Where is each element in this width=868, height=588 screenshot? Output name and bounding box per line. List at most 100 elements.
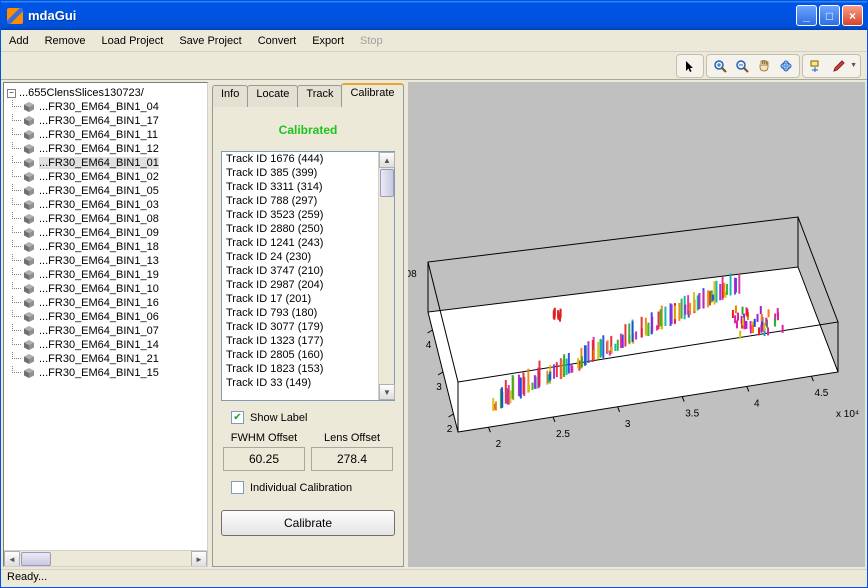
plot-3d[interactable]: 50843222.533.544.5x 10⁴ xyxy=(408,82,867,562)
svg-text:4: 4 xyxy=(754,398,760,409)
scroll-down-icon[interactable]: ▼ xyxy=(379,384,395,400)
track-list-item[interactable]: Track ID 385 (399) xyxy=(222,166,378,180)
tab-locate[interactable]: Locate xyxy=(247,85,298,107)
scroll-left-icon[interactable]: ◄ xyxy=(4,551,20,567)
individual-calibration-checkbox[interactable] xyxy=(231,481,244,494)
tree-item[interactable]: ...FR30_EM64_BIN1_08 xyxy=(23,212,207,226)
track-list-item[interactable]: Track ID 24 (230) xyxy=(222,250,378,264)
rotate3d-icon[interactable] xyxy=(776,56,796,76)
tab-strip: Info Locate Track Calibrate xyxy=(212,82,404,104)
tab-calibrate[interactable]: Calibrate xyxy=(341,83,403,105)
scroll-thumb[interactable] xyxy=(21,552,51,566)
tree-item-label: ...FR30_EM64_BIN1_15 xyxy=(39,367,159,379)
svg-text:2.5: 2.5 xyxy=(556,429,570,440)
close-button[interactable]: × xyxy=(842,5,863,26)
tree-item[interactable]: ...FR30_EM64_BIN1_16 xyxy=(23,296,207,310)
tree-item[interactable]: ...FR30_EM64_BIN1_04 xyxy=(23,100,207,114)
tree-item-label: ...FR30_EM64_BIN1_03 xyxy=(39,199,159,211)
track-list-item[interactable]: Track ID 2805 (160) xyxy=(222,348,378,362)
track-listbox[interactable]: Track ID 1676 (444)Track ID 385 (399)Tra… xyxy=(222,152,378,400)
tree-item-label: ...FR30_EM64_BIN1_17 xyxy=(39,115,159,127)
tree-item[interactable]: ...FR30_EM64_BIN1_02 xyxy=(23,170,207,184)
pan-icon[interactable] xyxy=(754,56,774,76)
track-list-item[interactable]: Track ID 788 (297) xyxy=(222,194,378,208)
menu-export[interactable]: Export xyxy=(312,35,344,47)
fwhm-offset-label: FWHM Offset xyxy=(223,432,305,444)
track-list-item[interactable]: Track ID 3523 (259) xyxy=(222,208,378,222)
tree-root-label: ...655ClensSlices130723/ xyxy=(19,87,144,99)
tree-item[interactable]: ...FR30_EM64_BIN1_15 xyxy=(23,366,207,380)
tree-item[interactable]: ...FR30_EM64_BIN1_03 xyxy=(23,198,207,212)
calibrate-button[interactable]: Calibrate xyxy=(221,510,395,536)
brush-icon[interactable] xyxy=(828,56,848,76)
track-list-item[interactable]: Track ID 17 (201) xyxy=(222,292,378,306)
titlebar: mdaGui _ □ × xyxy=(1,1,867,30)
tab-info[interactable]: Info xyxy=(212,85,248,107)
lens-offset-label: Lens Offset xyxy=(311,432,393,444)
tree-item[interactable]: ...FR30_EM64_BIN1_17 xyxy=(23,114,207,128)
menu-convert[interactable]: Convert xyxy=(258,35,297,47)
show-label-checkbox[interactable]: ✔ xyxy=(231,411,244,424)
fwhm-offset-value[interactable]: 60.25 xyxy=(223,447,305,471)
app-icon xyxy=(7,8,23,24)
minimize-button[interactable]: _ xyxy=(796,5,817,26)
scroll-up-icon[interactable]: ▲ xyxy=(379,152,395,168)
tree-item[interactable]: ...FR30_EM64_BIN1_21 xyxy=(23,352,207,366)
scroll-right-icon[interactable]: ► xyxy=(191,551,207,567)
tab-track[interactable]: Track xyxy=(297,85,342,107)
tree-item[interactable]: ...FR30_EM64_BIN1_10 xyxy=(23,282,207,296)
zoom-out-icon[interactable] xyxy=(732,56,752,76)
menu-save-project[interactable]: Save Project xyxy=(179,35,241,47)
scroll-thumb[interactable] xyxy=(380,169,394,197)
tree-root[interactable]: − ...655ClensSlices130723/ xyxy=(7,86,207,100)
track-list-item[interactable]: Track ID 3311 (314) xyxy=(222,180,378,194)
track-list-item[interactable]: Track ID 33 (149) xyxy=(222,376,378,390)
tree-item[interactable]: ...FR30_EM64_BIN1_14 xyxy=(23,338,207,352)
track-list-item[interactable]: Track ID 1823 (153) xyxy=(222,362,378,376)
lens-offset-value[interactable]: 278.4 xyxy=(311,447,393,471)
tree-item-label: ...FR30_EM64_BIN1_01 xyxy=(39,157,159,169)
track-list-item[interactable]: Track ID 2880 (250) xyxy=(222,222,378,236)
tree-item[interactable]: ...FR30_EM64_BIN1_05 xyxy=(23,184,207,198)
tree-horizontal-scrollbar[interactable]: ◄ ► xyxy=(4,550,207,566)
menu-add[interactable]: Add xyxy=(9,35,29,47)
data-cursor-icon[interactable] xyxy=(806,56,826,76)
tree-item[interactable]: ...FR30_EM64_BIN1_12 xyxy=(23,142,207,156)
maximize-button[interactable]: □ xyxy=(819,5,840,26)
menu-load-project[interactable]: Load Project xyxy=(102,35,164,47)
tree-item[interactable]: ...FR30_EM64_BIN1_13 xyxy=(23,254,207,268)
track-list-item[interactable]: Track ID 2987 (204) xyxy=(222,278,378,292)
tree-item-label: ...FR30_EM64_BIN1_08 xyxy=(39,213,159,225)
plot-3d-panel[interactable]: 50843222.533.544.5x 10⁴ xyxy=(408,82,865,567)
menu-remove[interactable]: Remove xyxy=(45,35,86,47)
svg-text:3: 3 xyxy=(625,419,631,430)
list-vertical-scrollbar[interactable]: ▲ ▼ xyxy=(378,152,394,400)
tree-item-label: ...FR30_EM64_BIN1_06 xyxy=(39,311,159,323)
svg-text:2: 2 xyxy=(447,424,453,435)
track-list-item[interactable]: Track ID 3077 (179) xyxy=(222,320,378,334)
tree-item[interactable]: ...FR30_EM64_BIN1_07 xyxy=(23,324,207,338)
tree-item-label: ...FR30_EM64_BIN1_04 xyxy=(39,101,159,113)
tree-item[interactable]: ...FR30_EM64_BIN1_11 xyxy=(23,128,207,142)
collapse-icon[interactable]: − xyxy=(7,89,16,98)
tree-item-label: ...FR30_EM64_BIN1_19 xyxy=(39,269,159,281)
tree-item[interactable]: ...FR30_EM64_BIN1_19 xyxy=(23,268,207,282)
tree-item-label: ...FR30_EM64_BIN1_14 xyxy=(39,339,159,351)
track-list-item[interactable]: Track ID 1323 (177) xyxy=(222,334,378,348)
zoom-in-icon[interactable] xyxy=(710,56,730,76)
svg-text:3: 3 xyxy=(436,382,442,393)
tree-item[interactable]: ...FR30_EM64_BIN1_01 xyxy=(23,156,207,170)
tree-item-label: ...FR30_EM64_BIN1_18 xyxy=(39,241,159,253)
track-list-item[interactable]: Track ID 1676 (444) xyxy=(222,152,378,166)
tree-item[interactable]: ...FR30_EM64_BIN1_18 xyxy=(23,240,207,254)
track-list-item[interactable]: Track ID 793 (180) xyxy=(222,306,378,320)
track-list-item[interactable]: Track ID 3747 (210) xyxy=(222,264,378,278)
tree-item-label: ...FR30_EM64_BIN1_11 xyxy=(39,129,158,141)
tree-item[interactable]: ...FR30_EM64_BIN1_06 xyxy=(23,310,207,324)
tree-item-label: ...FR30_EM64_BIN1_16 xyxy=(39,297,159,309)
track-list-item[interactable]: Track ID 1241 (243) xyxy=(222,236,378,250)
svg-text:4.5: 4.5 xyxy=(814,388,828,399)
tree-item[interactable]: ...FR30_EM64_BIN1_09 xyxy=(23,226,207,240)
pointer-tool-icon[interactable] xyxy=(680,56,700,76)
svg-text:2: 2 xyxy=(496,439,502,450)
